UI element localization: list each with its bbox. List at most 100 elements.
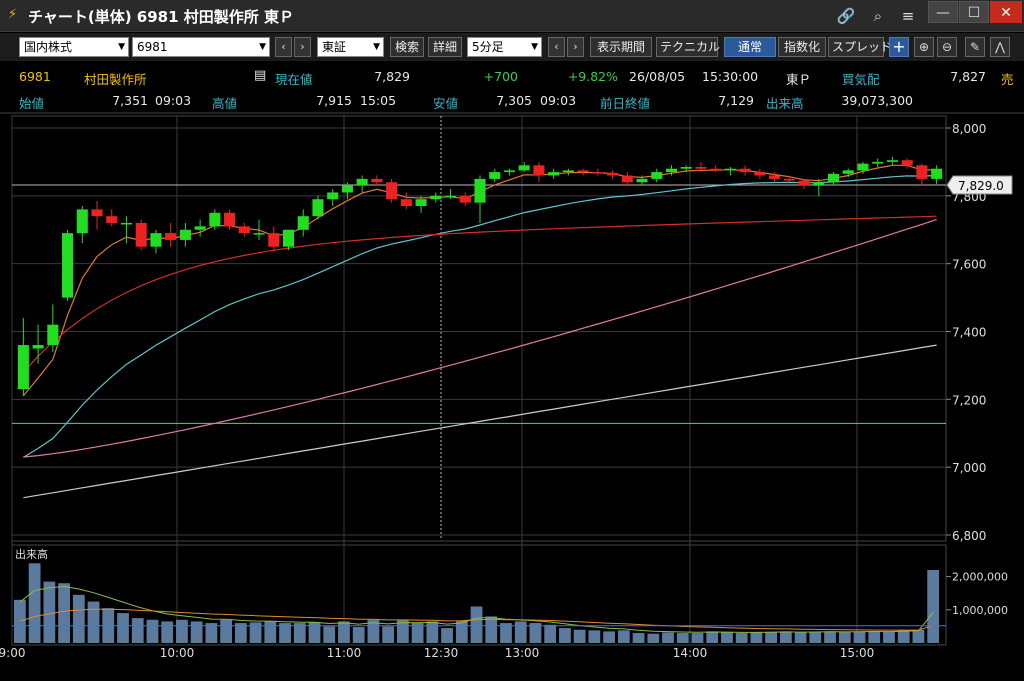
volume-bar bbox=[117, 613, 129, 643]
volume-bar bbox=[588, 630, 601, 643]
open-label: 始値 bbox=[19, 96, 45, 111]
high-label: 高値 bbox=[212, 96, 238, 111]
candle-body bbox=[91, 209, 103, 217]
pencil-icon[interactable]: ✎ bbox=[965, 37, 985, 57]
next-code-button[interactable]: › bbox=[294, 37, 311, 57]
exchange-select[interactable]: 東証 ▼ bbox=[317, 37, 384, 57]
interval-select[interactable]: 5分足 ▼ bbox=[467, 37, 542, 57]
technical-button[interactable]: テクニカル bbox=[656, 37, 720, 57]
interval-select-value: 5分足 bbox=[472, 40, 504, 54]
candle-body bbox=[312, 199, 324, 217]
prev-code-button[interactable]: ‹ bbox=[275, 37, 292, 57]
chart-background bbox=[0, 114, 1024, 681]
volume-bar bbox=[58, 583, 70, 643]
y-tick-label: 7,000 bbox=[952, 461, 986, 475]
candle-body bbox=[179, 229, 191, 240]
candle-body bbox=[503, 170, 515, 173]
prev-period-button[interactable]: ‹ bbox=[548, 37, 565, 57]
candle-body bbox=[695, 167, 707, 169]
code-input-value: 6981 bbox=[137, 40, 168, 54]
crosshair-button[interactable]: + bbox=[889, 37, 909, 57]
search-button[interactable]: 検索 bbox=[390, 37, 424, 57]
volume-bar bbox=[14, 599, 26, 643]
current-price-value: 7,829 bbox=[374, 69, 410, 84]
high-value: 7,915 bbox=[316, 93, 352, 108]
y-tick-label: 7,600 bbox=[952, 258, 986, 272]
code-input[interactable]: 6981 ▼ bbox=[132, 37, 270, 57]
minimize-button[interactable]: — bbox=[928, 1, 958, 23]
open-value: 7,351 bbox=[112, 93, 148, 108]
x-tick-label: 13:00 bbox=[505, 646, 540, 660]
volume-bar bbox=[691, 633, 704, 643]
close-button[interactable]: ✕ bbox=[990, 1, 1022, 23]
price-change-pct: +9.82% bbox=[567, 69, 618, 84]
candle-body bbox=[769, 175, 781, 179]
market-select[interactable]: 国内株式 ▼ bbox=[19, 37, 129, 57]
candle-body bbox=[533, 165, 545, 176]
candle-body bbox=[224, 212, 236, 227]
spread-mode-button[interactable]: スプレッド bbox=[828, 37, 892, 57]
candle-body bbox=[47, 324, 59, 346]
chevron-down-icon: ▼ bbox=[259, 42, 266, 52]
candle-body bbox=[857, 163, 869, 171]
candle-body bbox=[268, 233, 280, 247]
title-bar: ⚡ チャート(単体) 6981 村田製作所 東Ｐ 🔗 ⌕ ≡ — ☐ ✕ bbox=[0, 0, 1024, 32]
candle-body bbox=[665, 168, 678, 173]
x-tick-label: 15:00 bbox=[840, 646, 875, 660]
price-chart[interactable]: 出来高 8,0007,8007,6007,4007,2007,0006,8009… bbox=[0, 114, 1024, 681]
candle-body bbox=[886, 160, 898, 162]
candle-body bbox=[62, 233, 74, 298]
chevron-down-icon: ▼ bbox=[373, 42, 380, 52]
market-select-value: 国内株式 bbox=[24, 40, 73, 54]
board-icon[interactable]: ▤ bbox=[254, 68, 266, 83]
volume-tick-label: 2,000,000 bbox=[952, 571, 1008, 584]
link-icon[interactable]: 🔗 bbox=[836, 6, 856, 26]
volume-bar bbox=[28, 563, 41, 643]
normal-mode-button[interactable]: 通常 bbox=[724, 37, 776, 57]
volume-bar bbox=[573, 629, 586, 643]
x-tick-label: 12:30 bbox=[424, 646, 459, 660]
volume-bar bbox=[750, 632, 763, 643]
candle-body bbox=[430, 195, 442, 200]
maximize-button[interactable]: ☐ bbox=[959, 1, 989, 23]
volume-bar bbox=[883, 631, 895, 643]
candle-body bbox=[548, 172, 560, 176]
chevron-down-icon: ▼ bbox=[531, 42, 538, 52]
x-tick-label: 10:00 bbox=[160, 646, 195, 660]
volume-bar bbox=[220, 619, 233, 643]
candle-body bbox=[386, 182, 398, 200]
candle-body bbox=[238, 226, 250, 234]
candle-body bbox=[106, 216, 118, 223]
volume-bar bbox=[514, 621, 527, 643]
quote-date: 26/08/05 bbox=[629, 69, 686, 84]
candle-body bbox=[813, 182, 825, 186]
candle-body bbox=[165, 233, 177, 240]
y-tick-label: 8,000 bbox=[952, 122, 986, 136]
search-icon[interactable]: ⌕ bbox=[868, 6, 888, 26]
volume-bar bbox=[190, 621, 203, 643]
index-mode-button[interactable]: 指数化 bbox=[778, 37, 826, 57]
candle-body bbox=[445, 195, 457, 198]
candle-body bbox=[636, 178, 648, 183]
volume-bar bbox=[470, 606, 483, 643]
volume-bar bbox=[927, 569, 940, 643]
volume-bar bbox=[161, 621, 174, 643]
candle-body bbox=[17, 345, 29, 390]
open-time: 09:03 bbox=[155, 93, 192, 108]
zoom-in-icon[interactable]: ⊕ bbox=[914, 37, 934, 57]
volume-bar bbox=[146, 619, 159, 643]
volume-bar bbox=[559, 628, 571, 643]
display-period-button[interactable]: 表示期間 bbox=[590, 37, 652, 57]
candle-body bbox=[621, 175, 633, 183]
candle-body bbox=[135, 222, 147, 247]
volume-bar bbox=[43, 581, 56, 643]
drawing-tools-icon[interactable]: ⋀ bbox=[990, 37, 1010, 57]
next-period-button[interactable]: › bbox=[567, 37, 584, 57]
zoom-out-icon[interactable]: ⊖ bbox=[937, 37, 957, 57]
quote-time: 15:30:00 bbox=[702, 69, 759, 84]
candle-body bbox=[577, 170, 589, 173]
detail-button[interactable]: 詳細 bbox=[428, 37, 462, 57]
menu-icon[interactable]: ≡ bbox=[898, 6, 918, 26]
toolbar: 国内株式 ▼ 6981 ▼ ‹ › 東証 ▼ 検索 詳細 5分足 ▼ ‹ › 表示期間 … bbox=[0, 33, 1024, 61]
volume-bar bbox=[603, 631, 615, 643]
